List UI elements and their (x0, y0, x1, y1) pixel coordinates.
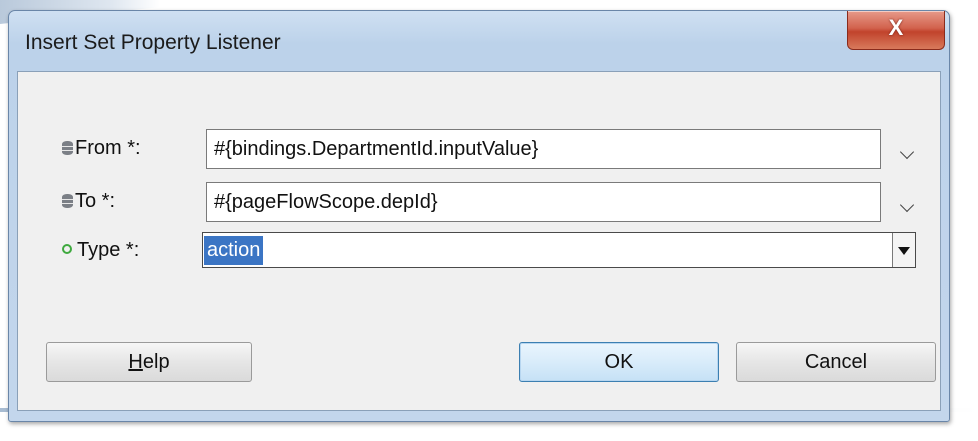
chevron-down-icon[interactable] (894, 141, 920, 161)
type-label: Type *: (77, 239, 140, 261)
type-value: action (204, 236, 264, 265)
type-label-group: Type *: (62, 239, 139, 262)
chevron-down-icon[interactable] (894, 194, 920, 214)
from-input[interactable]: #{bindings.DepartmentId.inputValue} (206, 129, 881, 169)
close-button[interactable]: X (847, 11, 945, 50)
dropdown-arrow-icon[interactable] (892, 233, 915, 267)
from-label: From *: (75, 137, 141, 159)
database-icon (62, 194, 73, 208)
ok-button[interactable]: OK (519, 342, 719, 382)
database-icon (62, 141, 73, 155)
dialog-window: Insert Set Property Listener X From *: #… (8, 10, 950, 422)
dialog-content: From *: #{bindings.DepartmentId.inputVal… (17, 71, 941, 411)
from-label-group: From *: (62, 137, 141, 160)
green-circle-icon (62, 244, 72, 254)
to-label-group: To *: (62, 190, 115, 213)
help-label: elp (142, 351, 170, 373)
cancel-button[interactable]: Cancel (736, 342, 936, 382)
help-mnemonic: H (128, 351, 143, 373)
to-label: To *: (75, 190, 116, 212)
type-select[interactable]: action (202, 232, 916, 268)
help-button[interactable]: Help (46, 342, 252, 382)
close-icon: X (888, 15, 904, 40)
dialog-title: Insert Set Property Listener (25, 31, 281, 54)
to-input[interactable]: #{pageFlowScope.depId} (206, 182, 881, 222)
